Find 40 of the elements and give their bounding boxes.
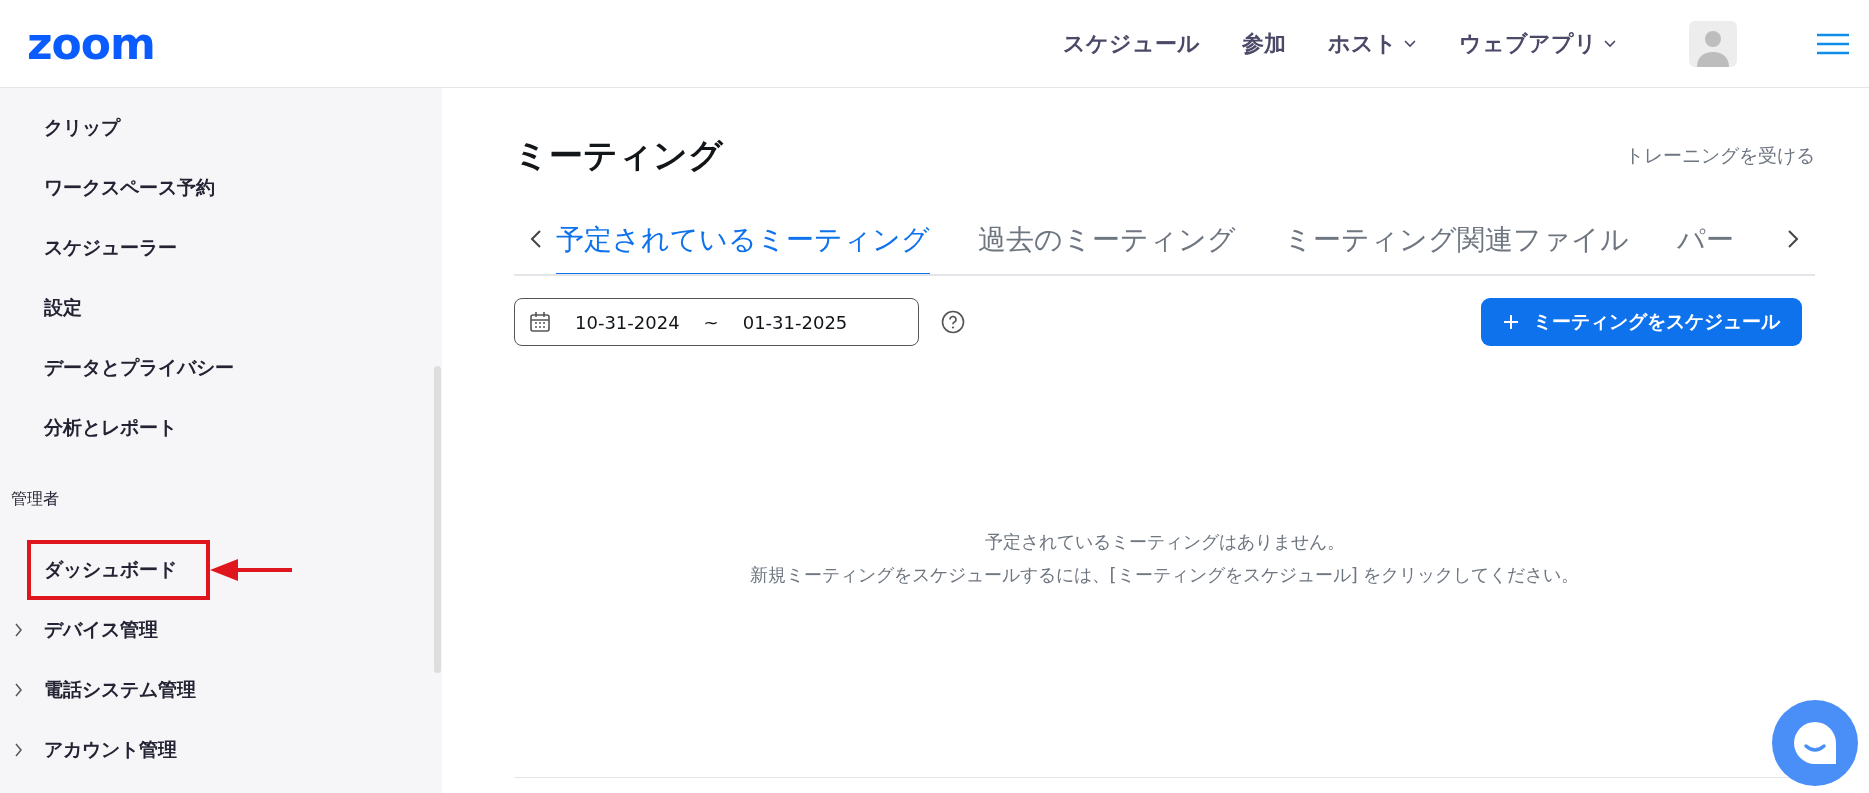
chevron-left-icon[interactable] xyxy=(530,229,542,249)
zoom-logo[interactable]: zoom xyxy=(27,21,155,66)
section-heading: 管理者 xyxy=(10,487,60,510)
tab[interactable]: パー xyxy=(1677,218,1734,274)
page-title: ミーティング xyxy=(514,134,723,177)
sidebar-item[interactable]: データとプライバシー xyxy=(44,355,234,381)
sidebar-item[interactable]: ワークスペース予約 xyxy=(44,175,215,201)
start-date: 10-31-2024 xyxy=(575,311,680,333)
help-icon[interactable] xyxy=(941,310,965,334)
tab[interactable]: ミーティング関連ファイル xyxy=(1284,218,1629,274)
tab[interactable]: 予定されているミーティング xyxy=(556,218,930,274)
training-link[interactable]: トレーニングを受ける xyxy=(1625,143,1815,169)
calendar-icon xyxy=(529,311,551,333)
sidebar-item[interactable]: ダッシュボード xyxy=(44,557,177,583)
date-separator: ~ xyxy=(703,311,719,333)
chevron-icon[interactable] xyxy=(15,743,23,757)
nav-link[interactable]: 参加 xyxy=(1242,28,1286,59)
date-range-field[interactable]: 10-31-2024 ~ 01-31-2025 xyxy=(514,298,919,346)
tab[interactable]: 過去のミーティング xyxy=(978,218,1236,274)
empty-state-text: 予定されているミーティングはありません。 xyxy=(983,530,1346,554)
sidebar-item[interactable]: 分析とレポート xyxy=(44,415,177,441)
nav-link[interactable]: ホスト xyxy=(1328,28,1417,59)
empty-state-text: 新規ミーティングをスケジュールするには、[ミーティングをスケジュール] をクリックしてください。 xyxy=(748,563,1581,587)
sidebar-item[interactable]: デバイス管理 xyxy=(44,617,158,643)
sidebar-item[interactable]: クリップ xyxy=(44,115,120,141)
sidebar-item[interactable]: アカウント管理 xyxy=(44,737,177,763)
sidebar-item[interactable]: 設定 xyxy=(44,295,82,321)
sidebar-item[interactable]: スケジューラー xyxy=(44,235,177,261)
chevron-icon[interactable] xyxy=(15,683,23,697)
sidebar-item[interactable]: 電話システム管理 xyxy=(44,677,196,703)
nav-link[interactable]: スケジュール xyxy=(1063,28,1200,59)
chevron-icon[interactable] xyxy=(15,623,23,637)
chevron-right-icon[interactable] xyxy=(1787,229,1799,249)
nav-link[interactable]: ウェブアプリ xyxy=(1459,28,1617,59)
schedule-meeting-button[interactable]: ミーティングをスケジュール xyxy=(1481,298,1802,346)
scrollbar-thumb[interactable] xyxy=(434,366,441,673)
plus-icon xyxy=(1503,314,1519,330)
chat-button[interactable] xyxy=(1772,700,1858,786)
end-date: 01-31-2025 xyxy=(742,311,848,333)
menu-icon[interactable] xyxy=(1817,32,1849,55)
